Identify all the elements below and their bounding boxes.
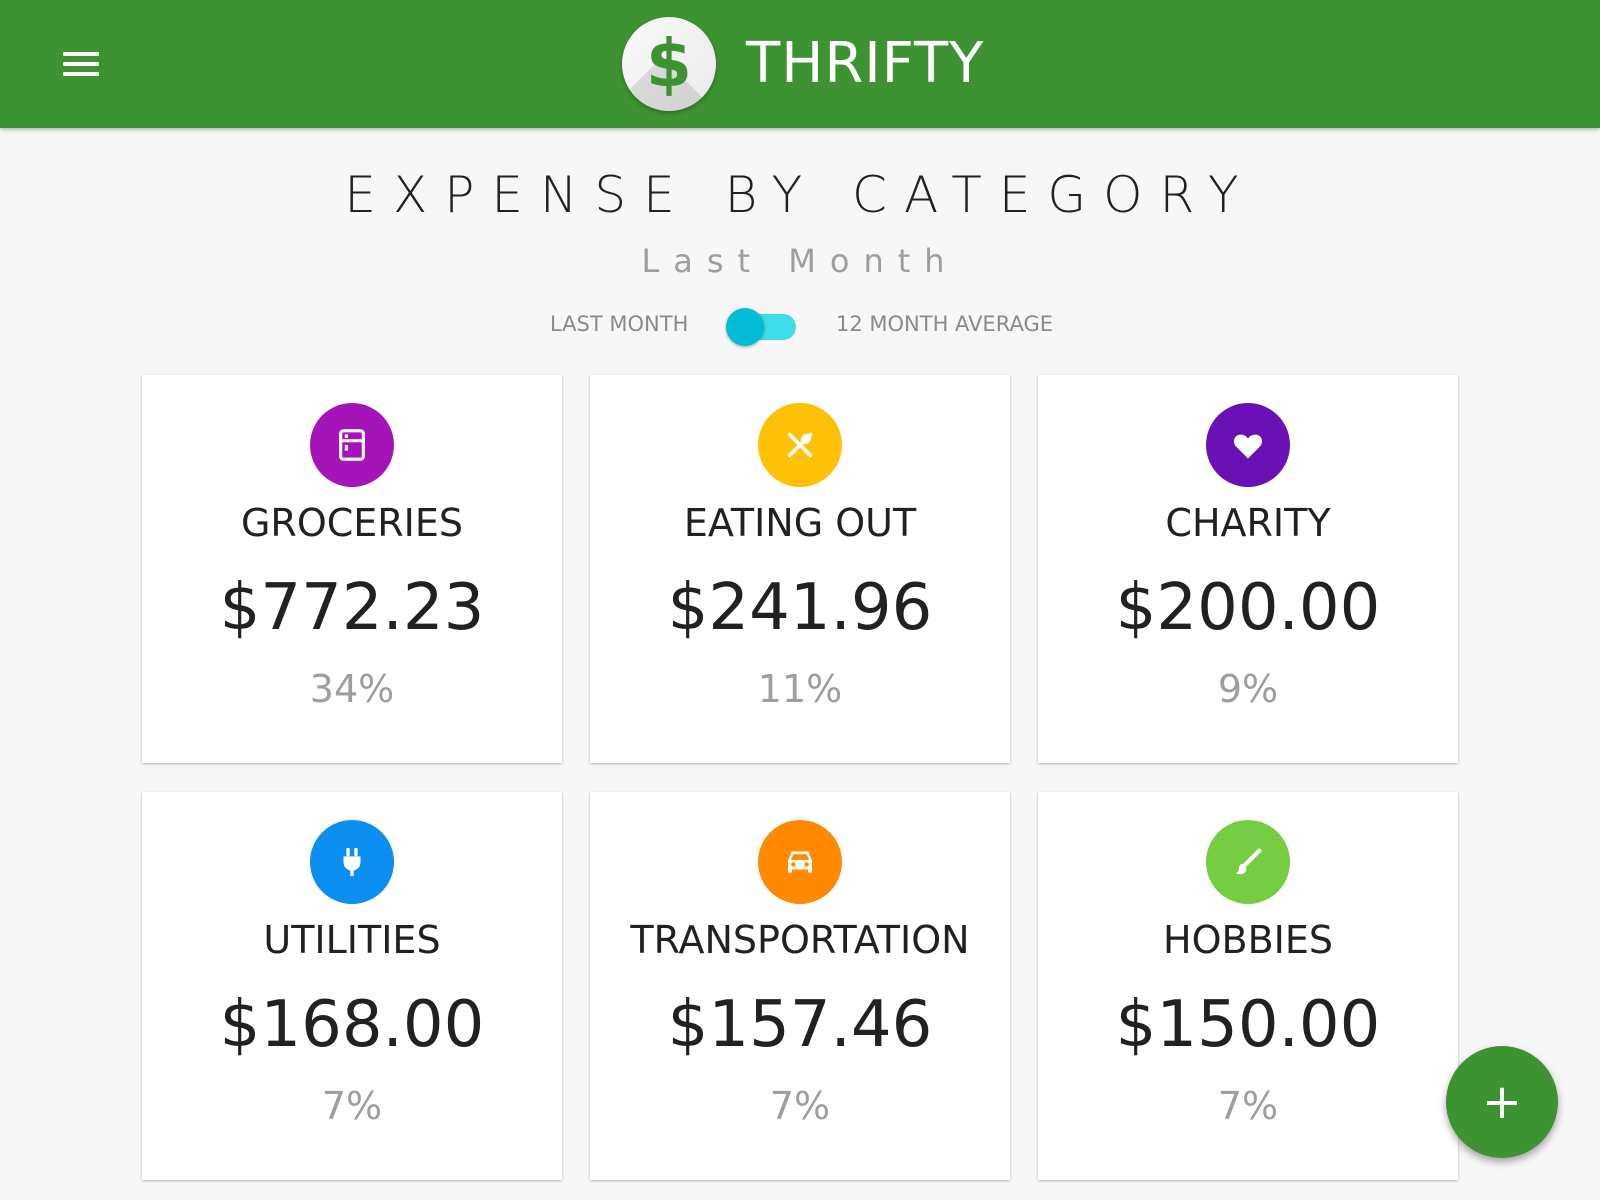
- toggle-label-12-month-average[interactable]: 12 MONTH AVERAGE: [836, 314, 1053, 335]
- category-card-utilities[interactable]: UTILITIES $168.00 7%: [142, 792, 562, 1180]
- menu-icon[interactable]: [56, 44, 106, 84]
- logo-glyph: $: [646, 25, 692, 102]
- category-card-groceries[interactable]: GROCERIES $772.23 34%: [142, 375, 562, 763]
- heart-icon: [1206, 403, 1290, 487]
- category-card-eating-out[interactable]: EATING OUT $241.96 11%: [590, 375, 1010, 763]
- app-title: THRIFTY: [746, 31, 985, 96]
- category-amount: $772.23: [219, 571, 485, 645]
- category-percent: 34%: [309, 667, 395, 711]
- category-name: GROCERIES: [240, 501, 464, 545]
- fridge-icon: [310, 403, 394, 487]
- category-amount: $241.96: [667, 571, 933, 645]
- plus-icon: +: [1481, 1074, 1523, 1130]
- car-icon: [758, 820, 842, 904]
- category-name: CHARITY: [1165, 501, 1331, 545]
- period-toggle-switch[interactable]: [726, 308, 798, 346]
- category-name: EATING OUT: [683, 501, 917, 545]
- category-percent: 11%: [757, 667, 843, 711]
- plug-icon: [310, 820, 394, 904]
- app-bar: $ THRIFTY: [0, 0, 1600, 128]
- category-amount: $150.00: [1115, 988, 1381, 1062]
- page-title: EXPENSE BY CATEGORY: [344, 166, 1256, 224]
- category-card-hobbies[interactable]: HOBBIES $150.00 7%: [1038, 792, 1458, 1180]
- app-brand: $ THRIFTY: [622, 16, 984, 112]
- dollar-icon: $: [622, 17, 716, 111]
- category-percent: 7%: [1217, 1084, 1279, 1128]
- category-name: UTILITIES: [263, 918, 441, 962]
- category-amount: $157.46: [667, 988, 933, 1062]
- utensils-icon: [758, 403, 842, 487]
- category-amount: $168.00: [219, 988, 485, 1062]
- toggle-label-last-month[interactable]: LAST MONTH: [550, 314, 688, 335]
- category-percent: 9%: [1217, 667, 1279, 711]
- category-amount: $200.00: [1115, 571, 1381, 645]
- category-name: TRANSPORTATION: [630, 918, 970, 962]
- add-expense-button[interactable]: +: [1446, 1046, 1558, 1158]
- page-subtitle: Last Month: [641, 242, 959, 280]
- category-name: HOBBIES: [1163, 918, 1333, 962]
- paintbrush-icon: [1206, 820, 1290, 904]
- category-percent: 7%: [321, 1084, 383, 1128]
- category-card-charity[interactable]: CHARITY $200.00 9%: [1038, 375, 1458, 763]
- category-card-transportation[interactable]: TRANSPORTATION $157.46 7%: [590, 792, 1010, 1180]
- category-percent: 7%: [769, 1084, 831, 1128]
- toggle-thumb: [726, 308, 764, 346]
- period-toggle-row: LAST MONTH 12 MONTH AVERAGE: [0, 306, 1600, 346]
